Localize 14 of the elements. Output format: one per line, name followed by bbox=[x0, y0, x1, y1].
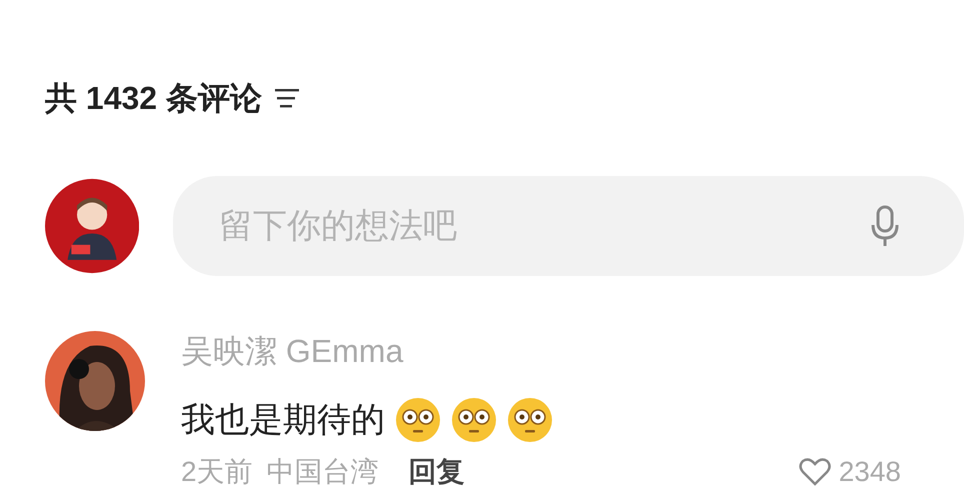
user-avatar[interactable] bbox=[45, 176, 140, 276]
flushed-emoji-icon bbox=[451, 397, 497, 443]
flushed-emoji-icon bbox=[395, 397, 441, 443]
heart-icon[interactable] bbox=[798, 458, 831, 486]
sort-icon[interactable] bbox=[274, 87, 300, 109]
comment-input-field[interactable]: 留下你的想法吧 bbox=[173, 176, 964, 276]
comment-time: 2天前 bbox=[181, 455, 253, 489]
microphone-icon[interactable] bbox=[871, 205, 900, 247]
comment-text: 我也是期待的 bbox=[181, 400, 385, 441]
comment-count-title: 共 1432 条评论 bbox=[45, 79, 262, 118]
like-count: 2348 bbox=[838, 455, 901, 489]
flushed-emoji-icon bbox=[507, 397, 553, 443]
comment-location: 中国台湾 bbox=[266, 455, 379, 489]
reply-button[interactable]: 回复 bbox=[408, 455, 465, 489]
